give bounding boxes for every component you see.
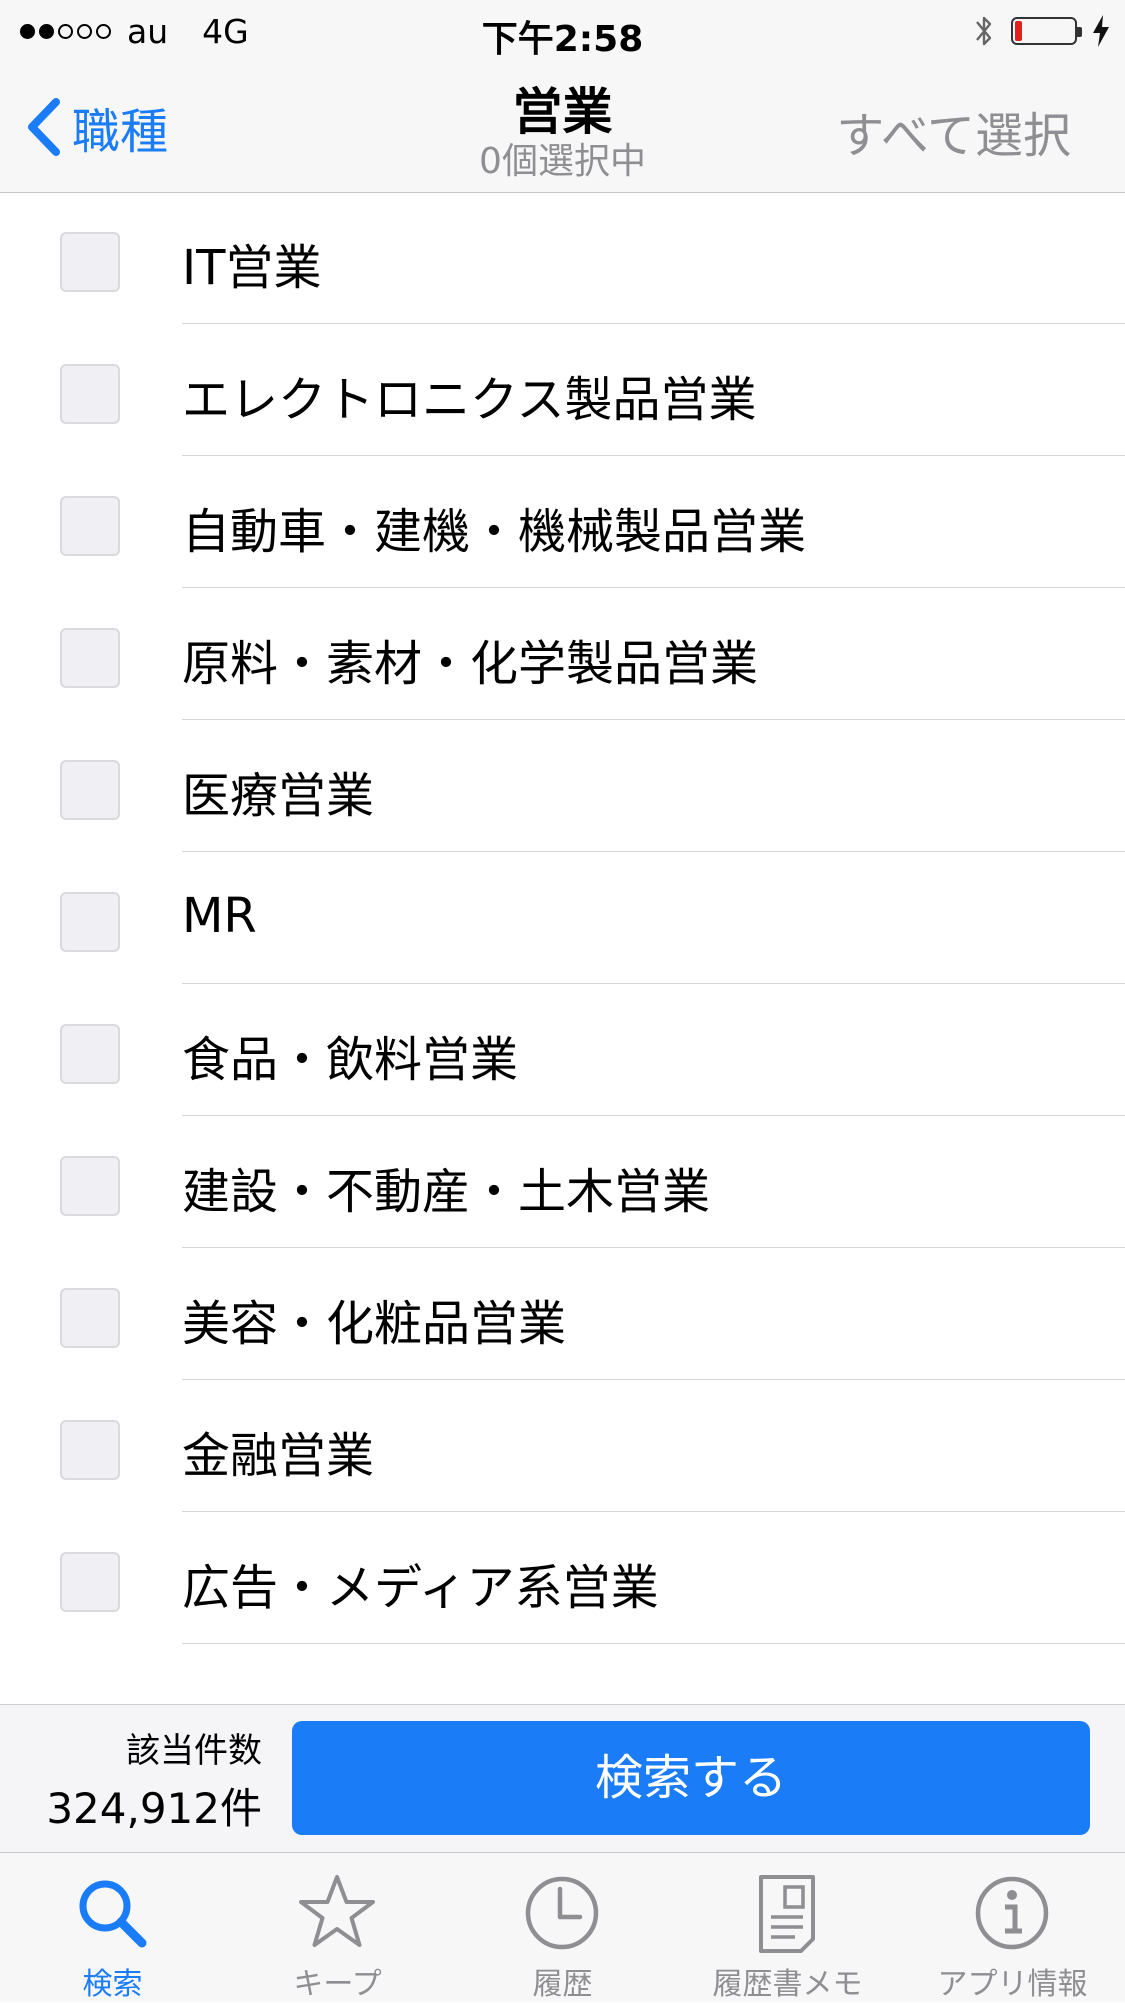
tab-label: 検索 <box>82 1967 143 2002</box>
list-item-label: エレクトロニクス製品営業 <box>182 372 757 428</box>
tab-label: 履歴 <box>532 1967 593 2002</box>
row-divider <box>182 1643 1125 1644</box>
list-item-label: 広告・メディア系営業 <box>182 1560 659 1616</box>
list-item[interactable]: 広告・メディア系営業 <box>0 1512 1125 1644</box>
list-item-label: 金融営業 <box>182 1428 375 1484</box>
document-icon <box>759 1875 815 1953</box>
tab-label: 履歴書メモ <box>712 1967 863 2002</box>
bluetooth-icon <box>976 16 992 46</box>
checkbox[interactable] <box>60 1156 120 1216</box>
list-item[interactable]: 原料・素材・化学製品営業 <box>0 588 1125 720</box>
list-item-label: 医療営業 <box>182 768 375 824</box>
battery-level <box>1015 21 1022 41</box>
list-item[interactable]: IT営業 <box>0 192 1125 324</box>
tab-bar: 検索 キープ 履歴 履歴書メモ アプリ情報 <box>0 1852 1125 2002</box>
checkbox[interactable] <box>60 496 120 556</box>
result-count-label: 該当件数 <box>126 1731 262 1771</box>
charging-bolt-icon <box>1093 15 1109 47</box>
checkbox[interactable] <box>60 1288 120 1348</box>
status-right <box>971 12 1111 50</box>
list-item-label: 食品・飲料営業 <box>182 1032 519 1088</box>
tab-label: キープ <box>293 1967 382 2002</box>
battery-icon <box>1011 17 1082 45</box>
checkbox[interactable] <box>60 892 120 952</box>
list-item-label: 建設・不動産・土木営業 <box>182 1164 711 1220</box>
result-count-value: 324,912件 <box>46 1784 262 1833</box>
tab-history[interactable]: 履歴 <box>450 1853 675 2002</box>
tab-label: アプリ情報 <box>937 1967 1088 2002</box>
checkbox[interactable] <box>60 1024 120 1084</box>
checkbox[interactable] <box>60 1420 120 1480</box>
list-item-label: MR <box>182 888 257 944</box>
list-item[interactable]: MR <box>0 852 1125 984</box>
list-item[interactable]: 金融営業 <box>0 1380 1125 1512</box>
status-time: 下午2:58 <box>481 19 644 60</box>
info-icon <box>975 1876 1049 1950</box>
checkbox[interactable] <box>60 1552 120 1612</box>
tab-app-info[interactable]: アプリ情報 <box>900 1853 1125 2002</box>
list-item[interactable]: 美容・化粧品営業 <box>0 1248 1125 1380</box>
list-item-label: IT営業 <box>182 240 322 296</box>
list-item-label: 自動車・建機・機械製品営業 <box>182 504 807 560</box>
list-item[interactable]: 自動車・建機・機械製品営業 <box>0 456 1125 588</box>
list-item-label: 美容・化粧品営業 <box>182 1296 567 1352</box>
tab-keep[interactable]: キープ <box>225 1853 450 2002</box>
checkbox[interactable] <box>60 628 120 688</box>
star-icon <box>299 1875 375 1947</box>
tab-resume-memo[interactable]: 履歴書メモ <box>675 1853 900 2002</box>
navigation-bar: 職種 営業 0個選択中 すべて選択 <box>0 60 1125 193</box>
status-bar: au 4G 下午2:58 <box>0 0 1125 60</box>
job-category-list[interactable]: IT営業 エレクトロニクス製品営業 自動車・建機・機械製品営業 原料・素材・化学… <box>0 192 1125 1704</box>
search-action-bar: 該当件数 324,912件 検索する <box>0 1704 1125 1853</box>
select-all-button[interactable]: すべて選択 <box>836 96 1071 166</box>
checkbox[interactable] <box>60 760 120 820</box>
search-button[interactable]: 検索する <box>292 1721 1090 1835</box>
list-item[interactable]: 建設・不動産・土木営業 <box>0 1116 1125 1248</box>
checkbox[interactable] <box>60 232 120 292</box>
search-icon <box>79 1880 147 1948</box>
tab-search[interactable]: 検索 <box>0 1853 225 2002</box>
checkbox[interactable] <box>60 364 120 424</box>
list-item-label: 原料・素材・化学製品営業 <box>182 636 759 692</box>
clock-icon <box>525 1876 599 1950</box>
list-item[interactable]: 医療営業 <box>0 720 1125 852</box>
list-item[interactable]: エレクトロニクス製品営業 <box>0 324 1125 456</box>
list-item[interactable]: 食品・飲料営業 <box>0 984 1125 1116</box>
